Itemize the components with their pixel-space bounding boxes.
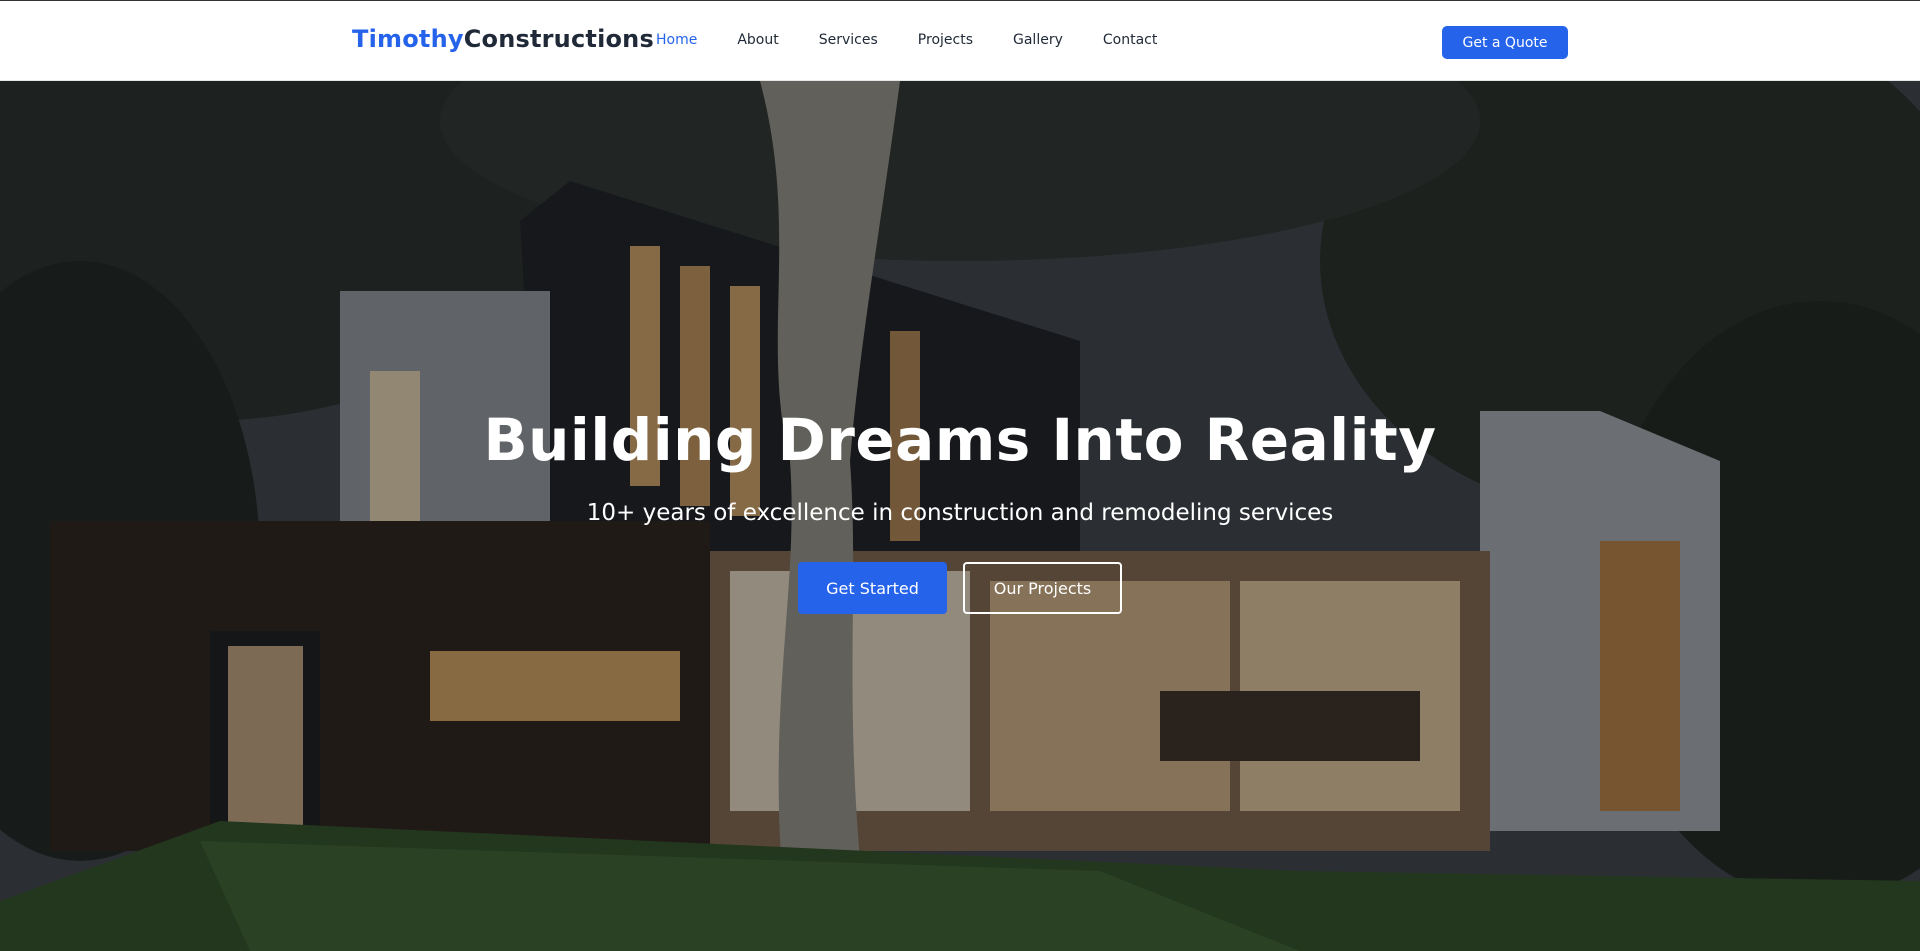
hero-title: Building Dreams Into Reality: [483, 406, 1437, 474]
our-projects-button[interactable]: Our Projects: [963, 562, 1122, 614]
top-navbar: TimothyConstructions Home About Services…: [0, 0, 1920, 81]
brand-logo[interactable]: TimothyConstructions: [352, 25, 654, 53]
nav-link-about[interactable]: About: [737, 32, 778, 48]
nav-link-projects[interactable]: Projects: [918, 32, 973, 48]
main-nav: Home About Services Projects Gallery Con…: [656, 32, 1197, 48]
hero-subtitle: 10+ years of excellence in construction …: [586, 500, 1334, 526]
get-a-quote-button[interactable]: Get a Quote: [1442, 26, 1568, 59]
nav-link-contact[interactable]: Contact: [1103, 32, 1157, 48]
nav-link-services[interactable]: Services: [819, 32, 878, 48]
nav-link-gallery[interactable]: Gallery: [1013, 32, 1063, 48]
brand-name-part2: Constructions: [463, 25, 654, 53]
nav-link-home[interactable]: Home: [656, 32, 697, 48]
hero-section: Building Dreams Into Reality 10+ years o…: [0, 81, 1920, 951]
get-started-button[interactable]: Get Started: [798, 562, 947, 614]
brand-name-part1: Timothy: [352, 25, 464, 53]
